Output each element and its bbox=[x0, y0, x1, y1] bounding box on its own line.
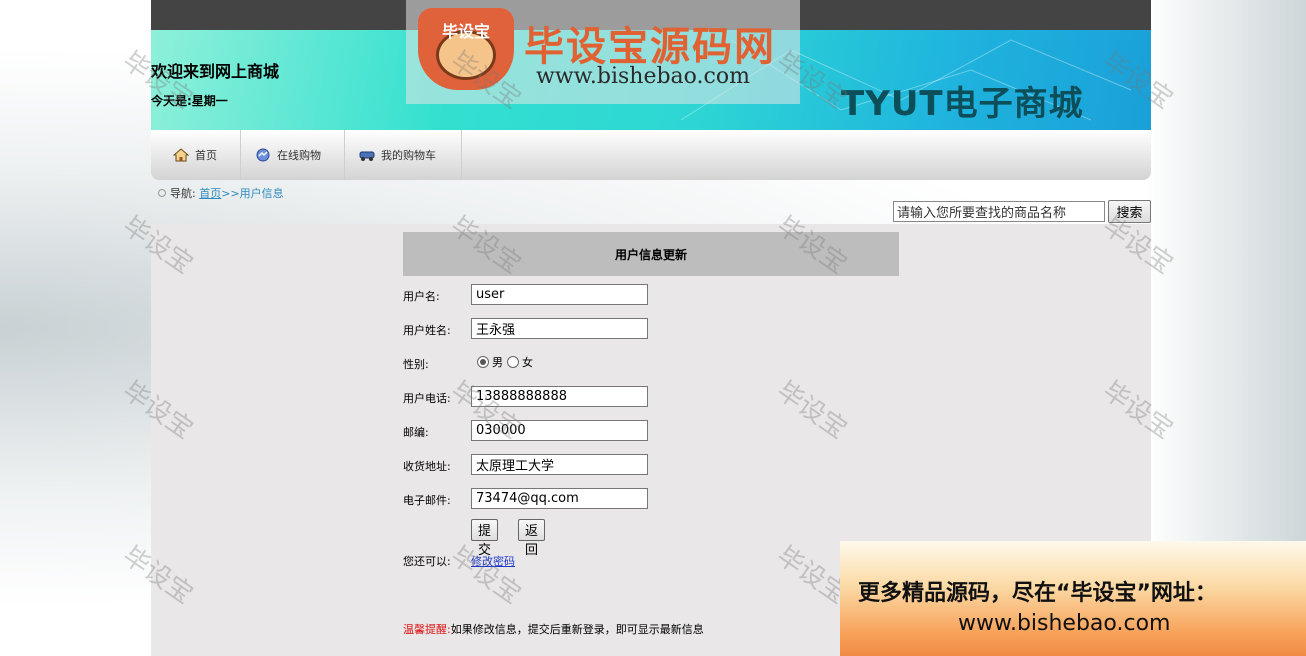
cart-icon bbox=[359, 151, 375, 161]
gender-label: 性别: bbox=[403, 358, 429, 371]
home-icon bbox=[173, 148, 189, 162]
zip-label: 邮编: bbox=[403, 426, 429, 439]
logo-watermark: 毕设宝 毕设宝源码网 www.bishebao.com bbox=[406, 0, 800, 104]
email-label: 电子邮件: bbox=[403, 494, 451, 507]
tip-text: 如果修改信息，提交后重新登录，即可显示最新信息 bbox=[450, 623, 704, 636]
change-password-link[interactable]: 修改密码 bbox=[471, 553, 515, 569]
realname-field[interactable] bbox=[471, 318, 648, 339]
bullet-icon bbox=[158, 189, 166, 197]
nav-item-label: 首页 bbox=[195, 149, 217, 162]
welcome-text: 欢迎来到网上商城 bbox=[151, 62, 280, 81]
gender-female-radio[interactable] bbox=[507, 356, 519, 368]
submit-button[interactable]: 提交 bbox=[471, 519, 499, 558]
realname-label: 用户姓名: bbox=[403, 324, 451, 337]
search-button[interactable]: 搜索 bbox=[1108, 200, 1151, 223]
promo-line-2: www.bishebao.com bbox=[958, 611, 1171, 636]
gender-male-radio[interactable] bbox=[477, 356, 489, 368]
breadcrumb-current: 用户信息 bbox=[239, 187, 284, 200]
address-label: 收货地址: bbox=[403, 460, 451, 473]
tip-warn-label: 温馨提醒: bbox=[403, 623, 451, 636]
also-label: 您还可以: bbox=[403, 555, 451, 568]
username-label: 用户名: bbox=[403, 290, 440, 303]
breadcrumb-separator: >> bbox=[221, 187, 240, 200]
phone-field[interactable] bbox=[471, 386, 648, 407]
tip-message: 温馨提醒:如果修改信息，提交后重新登录，即可显示最新信息 bbox=[403, 621, 704, 637]
phone-label: 用户电话: bbox=[403, 392, 451, 405]
nav-item-label: 在线购物 bbox=[277, 149, 321, 162]
nav-item-label: 我的购物车 bbox=[381, 149, 436, 162]
today-text: 今天是:星期一 bbox=[151, 94, 228, 108]
address-field[interactable] bbox=[471, 454, 648, 475]
nav-item-shopping[interactable]: 在线购物 bbox=[241, 130, 345, 180]
gender-male-label: 男 bbox=[492, 356, 503, 369]
breadcrumb-prefix: 导航: bbox=[170, 187, 196, 200]
nav-item-cart[interactable]: 我的购物车 bbox=[345, 130, 462, 180]
form-title: 用户信息更新 bbox=[403, 232, 899, 276]
gender-female-label: 女 bbox=[522, 356, 533, 369]
breadcrumb: 导航: 首页>>用户信息 bbox=[151, 185, 284, 201]
logo-url-text: www.bishebao.com bbox=[536, 64, 750, 89]
shopping-icon bbox=[256, 148, 270, 162]
main-nav: 首页 在线购物 我的购物车 bbox=[151, 130, 1151, 180]
back-button[interactable]: 返回 bbox=[518, 519, 546, 558]
logo-badge-label: 毕设宝 bbox=[441, 22, 490, 41]
zip-field[interactable] bbox=[471, 420, 648, 441]
nav-item-home[interactable]: 首页 bbox=[151, 130, 241, 180]
email-field[interactable] bbox=[471, 488, 648, 509]
search-input[interactable] bbox=[893, 201, 1105, 222]
shop-name: TYUT电子商城 bbox=[841, 84, 1084, 124]
promo-line-1: 更多精品源码，尽在“毕设宝”网址： bbox=[858, 581, 1217, 606]
username-field[interactable] bbox=[471, 284, 648, 305]
breadcrumb-home-link[interactable]: 首页 bbox=[199, 187, 221, 200]
promo-banner: 更多精品源码，尽在“毕设宝”网址： www.bishebao.com bbox=[840, 541, 1306, 656]
logo-badge-icon: 毕设宝 bbox=[418, 8, 514, 90]
gender-radio-group: 男 女 bbox=[477, 354, 533, 370]
